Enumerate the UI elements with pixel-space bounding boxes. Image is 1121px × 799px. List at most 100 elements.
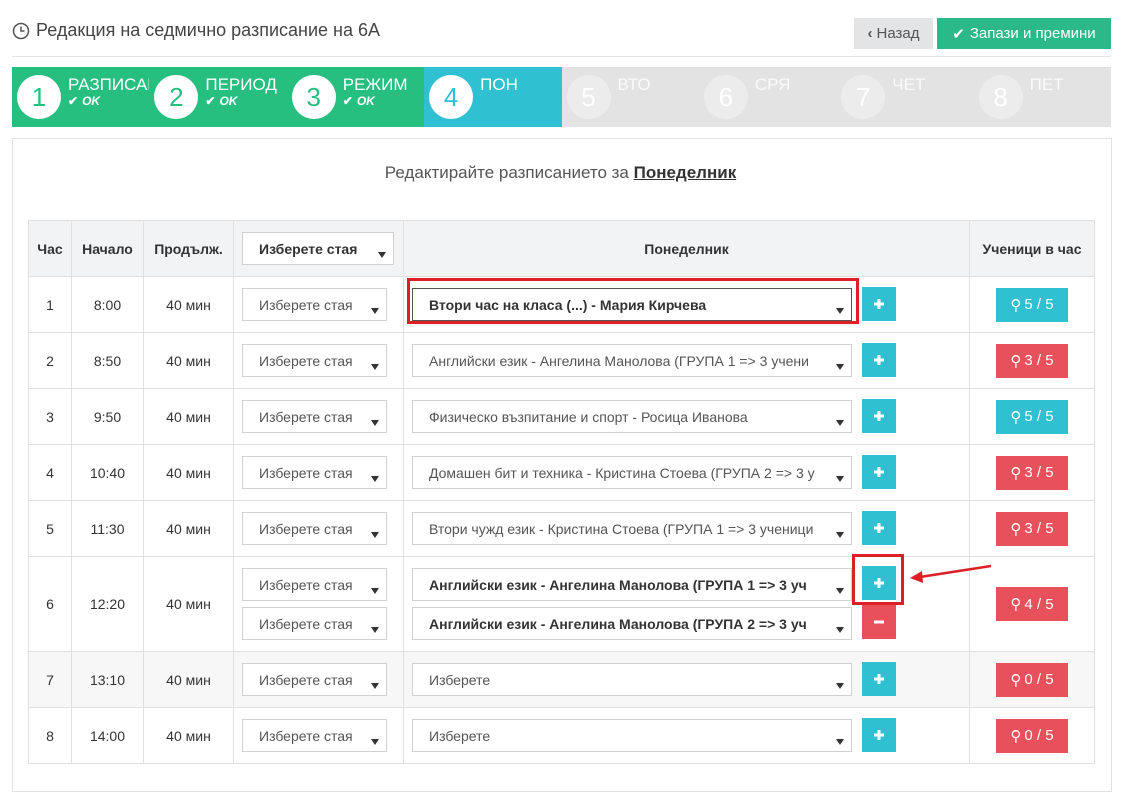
panel-prompt: Редактирайте разписанието за — [384, 163, 629, 182]
step-7[interactable]: 7 ЧЕТ — [836, 67, 974, 127]
start-cell: 13:10 — [71, 651, 144, 708]
subject-select[interactable]: Английски език - Ангелина Манолова (ГРУП… — [412, 344, 852, 377]
room-cell: Изберете стая Изберете стая — [233, 556, 404, 652]
step-status-text: OK — [219, 94, 238, 108]
room-cell: Изберете стая — [233, 388, 404, 445]
page-title: Редакция на седмично разписание на 6А — [12, 20, 380, 41]
arrow-annotation-icon — [910, 564, 992, 583]
remove-subject-button[interactable] — [862, 605, 896, 639]
step-status: ✔ OK — [343, 94, 375, 108]
subject-select-value: Втори чужд език - Кристина Стоева (ГРУПА… — [429, 520, 814, 537]
room-select-all[interactable]: Изберете стая — [242, 232, 394, 265]
back-button[interactable]: ‹ Назад — [854, 18, 933, 49]
person-icon: ⚲ — [1010, 727, 1022, 745]
room-select[interactable]: Изберете стая — [242, 719, 387, 752]
hour-cell: 5 — [28, 500, 72, 557]
room-cell: Изберете стая — [233, 276, 404, 333]
students-badge: ⚲ 4 / 5 — [996, 587, 1068, 621]
subject-select[interactable]: Физическо възпитание и спорт - Росица Ив… — [412, 400, 852, 433]
subject-select[interactable]: Изберете — [412, 663, 852, 696]
room-select[interactable]: Изберете стая — [242, 456, 387, 489]
add-subject-button[interactable] — [862, 399, 896, 433]
room-cell: Изберете стая — [233, 651, 404, 708]
panel-title: Редактирайте разписанието за Понеделник — [0, 163, 1121, 183]
step-label: СРЯ — [754, 75, 791, 94]
subject-select-2[interactable]: Английски език - Ангелина Манолова (ГРУП… — [412, 607, 852, 640]
students-badge: ⚲ 3 / 5 — [996, 455, 1068, 490]
add-subject-button[interactable] — [862, 662, 896, 696]
table-row: 2 8:50 40 мин Изберете стая Английски ез… — [28, 332, 1095, 389]
caret-down-icon — [371, 357, 379, 373]
subject-select-value: Английски език - Ангелина Манолова (ГРУП… — [429, 615, 807, 632]
header-duration: Продълж. — [143, 220, 234, 277]
header-start: Начало — [71, 220, 144, 277]
step-6[interactable]: 6 СРЯ — [698, 67, 837, 127]
subject-select[interactable]: Домашен бит и техника - Кристина Стоева … — [412, 456, 852, 489]
step-5[interactable]: 5 ВТО — [561, 67, 699, 127]
step-2[interactable]: 2 ПЕРИОД ✔ OK — [149, 67, 287, 127]
room-cell: Изберете стая — [233, 500, 404, 557]
step-status: ✔ OK — [205, 94, 237, 108]
hour-cell: 6 — [28, 556, 72, 652]
person-icon: ⚲ — [1010, 596, 1022, 613]
caret-down-icon — [836, 620, 844, 636]
hour-cell: 4 — [28, 444, 72, 501]
minus-icon — [874, 620, 884, 624]
step-number: 6 — [703, 75, 748, 119]
room-select[interactable]: Изберете стая — [242, 400, 387, 433]
room-select[interactable]: Изберете стая — [242, 344, 387, 377]
check-icon: ✔ — [205, 94, 216, 108]
step-8[interactable]: 8 ПЕТ — [973, 67, 1111, 127]
hour-cell: 3 — [28, 388, 72, 445]
room-select[interactable]: Изберете стая — [242, 512, 387, 545]
plus-icon — [874, 523, 884, 533]
check-icon: ✔ — [342, 94, 353, 108]
duration-cell: 40 мин — [143, 444, 234, 501]
add-subject-button[interactable] — [862, 511, 896, 545]
save-continue-button[interactable]: ✔ Запази и премини — [937, 18, 1111, 49]
subject-cell: Изберете — [403, 707, 970, 764]
room-select-value: Изберете стая — [259, 520, 353, 537]
add-subject-button[interactable] — [862, 343, 896, 377]
students-count: 0 / 5 — [1024, 727, 1054, 744]
room-select-value: Изберете стая — [259, 671, 353, 688]
room-cell: Изберете стая — [233, 332, 404, 389]
subject-cell: Втори чужд език - Кристина Стоева (ГРУПА… — [403, 500, 970, 557]
divider — [12, 56, 1111, 57]
students-badge: ⚲ 5 / 5 — [996, 399, 1068, 434]
subject-select[interactable]: Английски език - Ангелина Манолова (ГРУП… — [412, 568, 852, 601]
start-cell: 8:50 — [71, 332, 144, 389]
add-subject-button[interactable] — [862, 455, 896, 489]
students-badge: ⚲ 3 / 5 — [996, 511, 1068, 546]
subject-select[interactable]: Втори чужд език - Кристина Стоева (ГРУПА… — [412, 512, 852, 545]
start-cell: 10:40 — [71, 444, 144, 501]
subject-select[interactable]: Изберете — [412, 719, 852, 752]
page-title-text: Редакция на седмично разписание на 6А — [36, 20, 381, 40]
step-number: 3 — [291, 75, 336, 119]
plus-icon — [874, 355, 884, 365]
students-count: 3 / 5 — [1024, 520, 1054, 537]
step-4[interactable]: 4 ПОН — [424, 67, 562, 127]
room-select[interactable]: Изберете стая — [242, 568, 387, 601]
hour-cell: 1 — [28, 276, 72, 333]
person-icon: ⚲ — [1010, 671, 1022, 689]
step-1[interactable]: 1 РАЗПИСАН✔OK — [12, 67, 150, 127]
duration-cell: 40 мин — [143, 651, 234, 708]
subject-cell: Домашен бит и техника - Кристина Стоева … — [403, 444, 970, 501]
room-select-value: Изберете стая — [259, 464, 353, 481]
room-select[interactable]: Изберете стая — [242, 288, 387, 321]
room-select[interactable]: Изберете стая — [242, 663, 387, 696]
check-icon: ✔ — [952, 25, 965, 43]
header-day: Понеделник — [403, 220, 970, 277]
caret-down-icon — [836, 676, 844, 692]
room-select-2[interactable]: Изберете стая — [242, 607, 387, 640]
header-room: Изберете стая — [233, 220, 404, 277]
room-select-value: Изберете стая — [259, 615, 353, 632]
add-subject-button[interactable] — [862, 287, 896, 321]
add-subject-button[interactable] — [862, 718, 896, 752]
students-badge: ⚲ 3 / 5 — [996, 343, 1068, 378]
step-label: РАЗПИСАН — [68, 75, 149, 94]
students-badge: ⚲ 0 / 5 — [996, 718, 1068, 753]
chevron-left-icon: ‹ — [867, 25, 873, 42]
step-3[interactable]: 3 РЕЖИМ ✔ OK — [286, 67, 425, 127]
